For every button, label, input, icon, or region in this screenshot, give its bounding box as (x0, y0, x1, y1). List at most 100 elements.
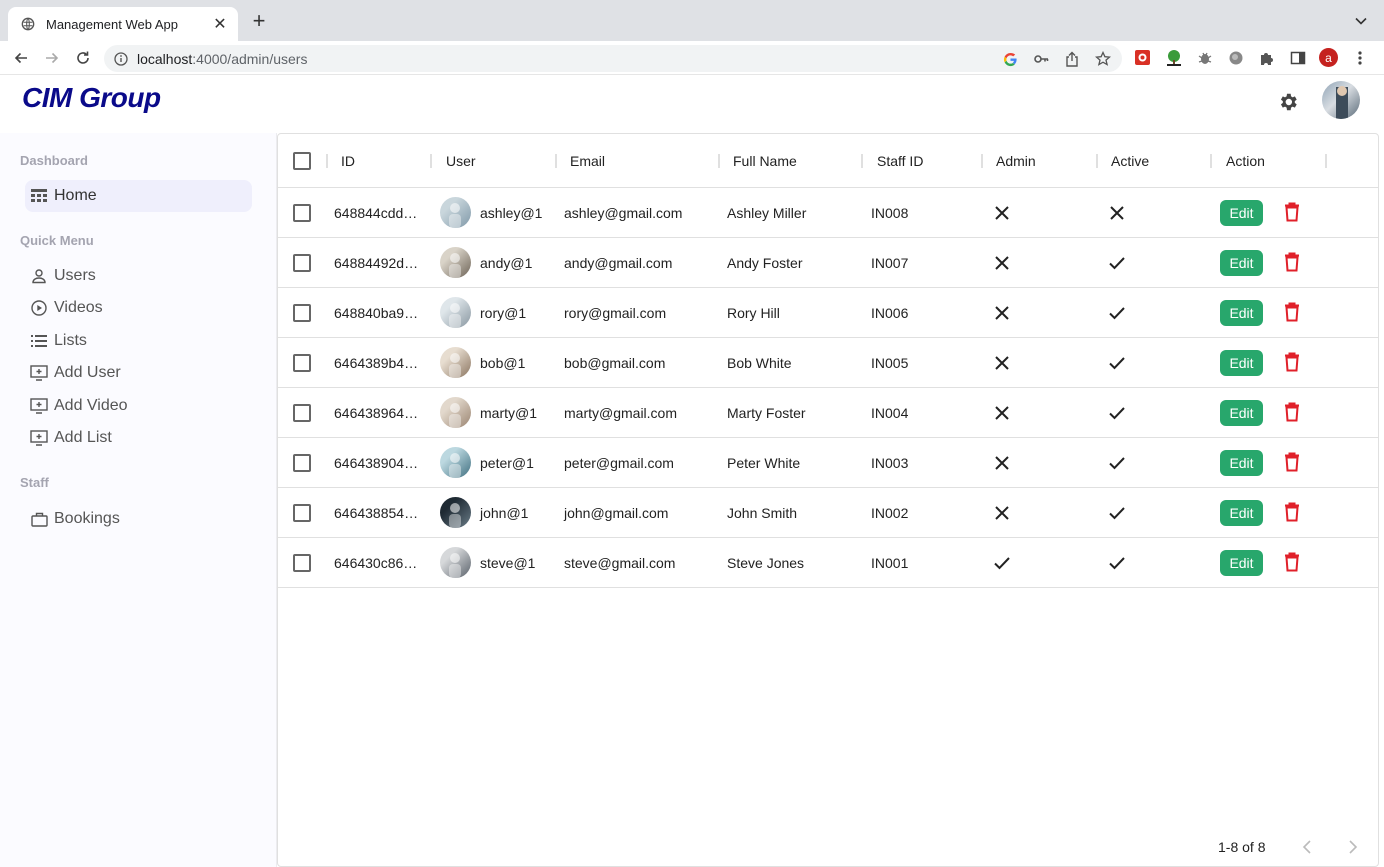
add-to-queue-icon (30, 364, 48, 382)
trash-icon[interactable] (1284, 302, 1302, 323)
table-row[interactable]: 648844cdd… ashley@1 ashley@gmail.com Ashley… (278, 188, 1378, 238)
edit-button[interactable]: Edit (1220, 400, 1263, 426)
trash-icon[interactable] (1284, 352, 1302, 373)
app-logo[interactable]: CIM Group (22, 82, 161, 114)
cell-staff-id: IN003 (871, 455, 909, 471)
row-checkbox[interactable] (293, 554, 311, 572)
table-row[interactable]: 648840ba9… rory@1 rory@gmail.com Rory Hill I… (278, 288, 1378, 338)
bookmark-star-icon[interactable] (1094, 50, 1112, 68)
check-icon (1108, 354, 1126, 372)
edit-button[interactable]: Edit (1220, 550, 1263, 576)
edit-button[interactable]: Edit (1220, 350, 1263, 376)
column-separator[interactable] (981, 154, 983, 168)
column-header-action[interactable]: Action (1226, 153, 1265, 169)
close-icon (1108, 204, 1126, 222)
table-row[interactable]: 646438854… john@1 john@gmail.com John Smith… (278, 488, 1378, 538)
edit-button[interactable]: Edit (1220, 450, 1263, 476)
trash-icon[interactable] (1284, 252, 1302, 273)
row-checkbox[interactable] (293, 204, 311, 222)
cell-user: steve@1 (480, 555, 536, 571)
column-separator[interactable] (1096, 154, 1098, 168)
gear-icon[interactable] (1277, 91, 1299, 113)
sidebar-item-videos[interactable]: Videos (25, 292, 252, 324)
sidebar-item-lists[interactable]: Lists (25, 325, 252, 357)
trash-icon[interactable] (1284, 452, 1302, 473)
close-tab-icon[interactable]: ✕ (212, 14, 228, 34)
cell-staff-id: IN004 (871, 405, 909, 421)
back-arrow-icon[interactable] (11, 48, 31, 68)
extension-bug-icon[interactable] (1195, 48, 1214, 67)
edit-button[interactable]: Edit (1220, 300, 1263, 326)
extension-shell-icon[interactable] (1226, 48, 1245, 67)
table-row[interactable]: 6464389b4… bob@1 bob@gmail.com Bob White IN0… (278, 338, 1378, 388)
column-header-user[interactable]: User (446, 153, 476, 169)
sidebar-item-bookings[interactable]: Bookings (25, 503, 252, 535)
reload-icon[interactable] (73, 48, 93, 68)
column-separator[interactable] (1210, 154, 1212, 168)
row-checkbox[interactable] (293, 454, 311, 472)
key-icon[interactable] (1032, 50, 1050, 68)
column-header-active[interactable]: Active (1111, 153, 1149, 169)
list-icon (30, 332, 48, 350)
address-bar[interactable]: localhost:4000/admin/users (104, 45, 1122, 72)
row-checkbox[interactable] (293, 304, 311, 322)
trash-icon[interactable] (1284, 552, 1302, 573)
cell-staff-id: IN005 (871, 355, 909, 371)
cell-staff-id: IN001 (871, 555, 909, 571)
row-checkbox[interactable] (293, 404, 311, 422)
share-icon[interactable] (1063, 50, 1081, 68)
column-header-admin[interactable]: Admin (996, 153, 1036, 169)
row-checkbox[interactable] (293, 504, 311, 522)
trash-icon[interactable] (1284, 202, 1302, 223)
sidebar-item-add-user[interactable]: Add User (25, 357, 252, 389)
sidebar-item-add-list[interactable]: Add List (25, 422, 252, 454)
row-checkbox[interactable] (293, 254, 311, 272)
kebab-menu-icon[interactable] (1350, 48, 1369, 67)
table-row[interactable]: 646438904… peter@1 peter@gmail.com Peter Wh… (278, 438, 1378, 488)
user-avatar (440, 397, 471, 428)
new-tab-button[interactable]: + (248, 10, 270, 33)
select-all-checkbox[interactable] (293, 152, 311, 170)
column-separator[interactable] (326, 154, 328, 168)
puzzle-icon[interactable] (1257, 48, 1276, 67)
sidebar-item-add-video[interactable]: Add Video (25, 390, 252, 422)
extension-tree-icon[interactable] (1164, 48, 1183, 67)
extension-red-icon[interactable] (1133, 48, 1152, 67)
chevron-down-icon[interactable] (1354, 14, 1368, 28)
column-header-staff-id[interactable]: Staff ID (877, 153, 923, 169)
tab-title: Management Web App (46, 16, 179, 32)
next-page-icon[interactable] (1344, 838, 1362, 856)
column-separator[interactable] (555, 154, 557, 168)
column-separator[interactable] (430, 154, 432, 168)
edit-button[interactable]: Edit (1220, 250, 1263, 276)
trash-icon[interactable] (1284, 402, 1302, 423)
edit-button[interactable]: Edit (1220, 200, 1263, 226)
cell-full-name: Andy Foster (727, 255, 803, 271)
browser-tab[interactable]: Management Web App ✕ (8, 7, 238, 41)
cell-full-name: Peter White (727, 455, 801, 471)
table-row[interactable]: 646438964… marty@1 marty@gmail.com Marty Fo… (278, 388, 1378, 438)
column-header-id[interactable]: ID (341, 153, 355, 169)
column-separator[interactable] (861, 154, 863, 168)
forward-arrow-icon[interactable] (42, 48, 62, 68)
add-to-queue-icon (30, 397, 48, 415)
user-avatar[interactable] (1322, 81, 1360, 119)
previous-page-icon[interactable] (1298, 838, 1316, 856)
column-header-email[interactable]: Email (570, 153, 605, 169)
trash-icon[interactable] (1284, 502, 1302, 523)
edit-button[interactable]: Edit (1220, 500, 1263, 526)
table-row[interactable]: 646430c86… steve@1 steve@gmail.com Steve Jo… (278, 538, 1378, 588)
row-checkbox[interactable] (293, 354, 311, 372)
cell-id: 646438904… (334, 455, 419, 471)
column-header-full-name[interactable]: Full Name (733, 153, 797, 169)
table-row[interactable]: 64884492d… andy@1 andy@gmail.com Andy Foste… (278, 238, 1378, 288)
cell-id: 6464389b4… (334, 355, 419, 371)
info-icon[interactable] (114, 51, 128, 66)
side-panel-icon[interactable] (1288, 48, 1307, 67)
google-icon[interactable] (1001, 50, 1019, 68)
sidebar-item-users[interactable]: Users (25, 260, 252, 292)
sidebar-item-home[interactable]: Home (25, 180, 252, 212)
column-separator[interactable] (1325, 154, 1327, 168)
column-separator[interactable] (718, 154, 720, 168)
profile-avatar[interactable]: a (1319, 48, 1338, 67)
